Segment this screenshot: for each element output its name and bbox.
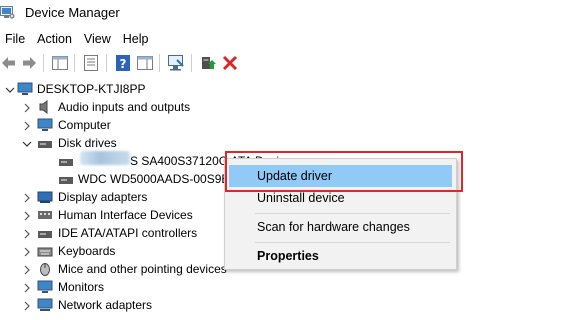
computer-icon <box>17 82 33 95</box>
menu-separator <box>255 213 450 214</box>
menu-action[interactable]: Action <box>31 29 78 49</box>
show-hide-console-tree-icon[interactable] <box>51 54 69 72</box>
menu-view[interactable]: View <box>78 29 117 49</box>
monitor-icon <box>37 280 53 293</box>
properties-icon[interactable] <box>82 54 100 72</box>
forward-arrow-icon[interactable] <box>20 54 38 72</box>
help-icon[interactable]: ? <box>114 54 132 72</box>
chevron-right-icon[interactable] <box>22 265 32 275</box>
toolbar-separator <box>159 54 160 72</box>
chevron-right-icon[interactable] <box>22 211 32 221</box>
toolbar: ? <box>0 51 573 75</box>
tree-item-disk-wdc[interactable]: WDC WD5000AADS-00S9B0 <box>78 170 236 188</box>
toolbar-separator <box>191 54 192 72</box>
menu-separator <box>255 242 450 243</box>
tree-item-keyboards[interactable]: Keyboards <box>58 242 115 260</box>
svg-text:?: ? <box>120 57 127 71</box>
device-manager-icon <box>0 6 15 19</box>
tree-item-audio[interactable]: Audio inputs and outputs <box>58 98 190 116</box>
tree-item-computer[interactable]: Computer <box>58 116 111 134</box>
scan-hardware-icon[interactable] <box>167 54 185 72</box>
tree-item-ide[interactable]: IDE ATA/ATAPI controllers <box>58 224 197 242</box>
toolbar-separator <box>106 54 107 72</box>
title-bar: Device Manager <box>0 0 573 27</box>
scan-hardware-menu-item[interactable]: Scan for hardware changes <box>229 216 452 238</box>
chevron-right-icon[interactable] <box>22 301 32 311</box>
ide-controller-icon <box>38 231 52 238</box>
redacted-blur <box>80 151 130 165</box>
toolbar-separator <box>74 54 75 72</box>
chevron-right-icon[interactable] <box>22 103 32 113</box>
tree-item-monitors[interactable]: Monitors <box>58 278 104 296</box>
disk-icon <box>59 159 73 166</box>
hid-icon <box>38 211 52 219</box>
tree-item-network-adapters[interactable]: Network adapters <box>58 296 152 314</box>
action-pane-icon[interactable] <box>136 54 154 72</box>
chevron-down-icon[interactable] <box>22 139 32 149</box>
chevron-down-icon[interactable] <box>5 85 15 95</box>
keyboard-icon <box>37 247 53 257</box>
tree-root-label[interactable]: DESKTOP-KTJI8PP <box>37 80 145 98</box>
chevron-right-icon[interactable] <box>22 193 32 203</box>
disk-icon <box>59 177 73 184</box>
uninstall-icon[interactable] <box>221 54 239 72</box>
computer-icon <box>37 118 53 131</box>
chevron-right-icon[interactable] <box>22 121 32 131</box>
toolbar-separator <box>43 54 44 72</box>
tree-item-disk-drives[interactable]: Disk drives <box>58 134 117 152</box>
window-title: Device Manager <box>25 5 120 20</box>
tree-item-mice[interactable]: Mice and other pointing devices <box>58 260 227 278</box>
display-adapter-icon <box>37 191 53 203</box>
menu-bar: File Action View Help <box>0 29 155 49</box>
update-driver-icon[interactable] <box>199 54 217 72</box>
chevron-right-icon[interactable] <box>22 229 32 239</box>
disk-drive-icon <box>38 141 52 148</box>
back-arrow-icon[interactable] <box>0 54 18 72</box>
network-adapter-icon <box>37 298 53 311</box>
chevron-right-icon[interactable] <box>22 247 32 257</box>
highlight-annotation-box <box>225 151 463 192</box>
properties-menu-item[interactable]: Properties <box>229 245 452 267</box>
chevron-right-icon[interactable] <box>22 283 32 293</box>
menu-file[interactable]: File <box>0 29 31 49</box>
tree-item-display-adapters[interactable]: Display adapters <box>58 188 147 206</box>
tree-item-hid[interactable]: Human Interface Devices <box>58 206 193 224</box>
mouse-icon <box>40 263 50 276</box>
menu-help[interactable]: Help <box>117 29 155 49</box>
speaker-icon <box>39 100 48 114</box>
